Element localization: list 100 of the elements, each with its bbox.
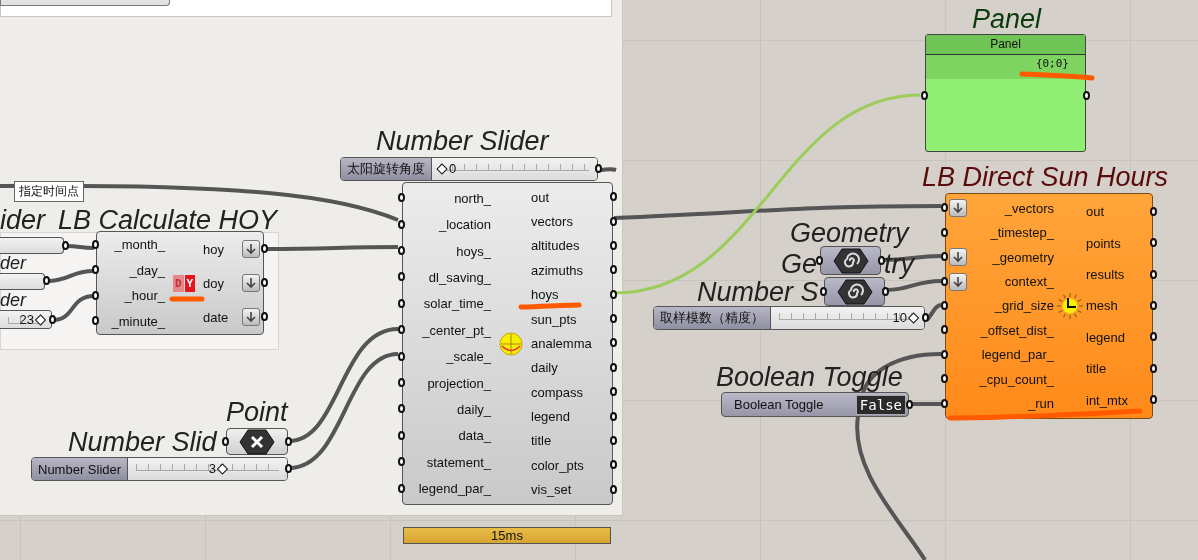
input-port[interactable] bbox=[398, 430, 405, 440]
output-port[interactable] bbox=[610, 411, 617, 421]
output-port[interactable] bbox=[1083, 91, 1090, 100]
input-port[interactable] bbox=[398, 272, 405, 282]
output-port[interactable] bbox=[610, 240, 617, 250]
component-title: Geometry bbox=[790, 220, 909, 247]
output-port[interactable] bbox=[878, 255, 885, 265]
input-port[interactable] bbox=[941, 349, 948, 359]
toggle-value[interactable]: False bbox=[855, 394, 906, 415]
input-port[interactable] bbox=[398, 298, 405, 308]
component-title: Point bbox=[226, 399, 288, 426]
output-port[interactable] bbox=[610, 265, 617, 275]
output-port[interactable] bbox=[49, 314, 56, 324]
cut-node[interactable] bbox=[0, 273, 45, 290]
input-port[interactable] bbox=[398, 325, 405, 335]
input-port[interactable] bbox=[398, 483, 405, 493]
output-label: out bbox=[531, 189, 550, 205]
output-label: mesh bbox=[1086, 298, 1118, 314]
input-label: dl_saving_ bbox=[428, 269, 491, 285]
input-port[interactable] bbox=[398, 404, 405, 414]
output-label: compass bbox=[531, 384, 584, 400]
input-label: daily_ bbox=[457, 401, 491, 417]
slider-label: Number Slider bbox=[32, 458, 129, 480]
output-label: doy bbox=[203, 275, 224, 291]
slider-value: 23 bbox=[19, 312, 34, 327]
cut-node[interactable] bbox=[0, 0, 170, 6]
input-port[interactable] bbox=[398, 457, 405, 467]
input-port[interactable] bbox=[816, 255, 823, 265]
output-port[interactable] bbox=[922, 313, 929, 322]
output-port[interactable] bbox=[595, 164, 602, 173]
input-port[interactable] bbox=[820, 286, 827, 296]
point-icon bbox=[239, 428, 275, 455]
input-label: legend_par_ bbox=[418, 481, 491, 497]
output-port[interactable] bbox=[610, 387, 617, 397]
output-port[interactable] bbox=[1150, 363, 1157, 373]
input-port[interactable] bbox=[92, 316, 99, 326]
output-port[interactable] bbox=[610, 362, 617, 372]
output-port[interactable] bbox=[610, 435, 617, 445]
output-label: azimuths bbox=[531, 262, 584, 278]
output-port[interactable] bbox=[261, 312, 268, 321]
input-port[interactable] bbox=[941, 300, 948, 310]
input-port[interactable] bbox=[921, 91, 928, 100]
output-port[interactable] bbox=[1150, 332, 1157, 342]
output-port[interactable] bbox=[610, 484, 617, 494]
output-port[interactable] bbox=[285, 436, 292, 446]
input-port[interactable] bbox=[941, 325, 948, 335]
panel-header: Panel bbox=[926, 35, 1085, 55]
input-label: legend_par_ bbox=[981, 347, 1054, 363]
cut-node[interactable] bbox=[0, 237, 64, 254]
output-label: analemma bbox=[531, 335, 592, 351]
output-port[interactable] bbox=[906, 399, 913, 409]
input-port[interactable] bbox=[92, 290, 99, 300]
input-port[interactable] bbox=[398, 193, 405, 203]
output-port[interactable] bbox=[261, 278, 268, 287]
output-port[interactable] bbox=[1150, 269, 1157, 279]
output-port[interactable] bbox=[610, 216, 617, 226]
slider-thumb[interactable] bbox=[35, 313, 47, 326]
input-label: _center_pt_ bbox=[422, 322, 491, 338]
input-port[interactable] bbox=[398, 219, 405, 229]
output-port[interactable] bbox=[285, 464, 292, 473]
input-port[interactable] bbox=[398, 351, 405, 361]
input-port[interactable] bbox=[222, 436, 229, 446]
highlight-stroke bbox=[518, 302, 582, 310]
output-label: int_mtx bbox=[1086, 392, 1128, 408]
slider-track[interactable]: 10 bbox=[771, 307, 924, 329]
input-label: _scale_ bbox=[446, 349, 491, 365]
input-port[interactable] bbox=[398, 378, 405, 388]
output-port[interactable] bbox=[261, 244, 268, 253]
output-port[interactable] bbox=[62, 241, 69, 250]
output-port[interactable] bbox=[1150, 206, 1157, 216]
input-port[interactable] bbox=[92, 265, 99, 275]
output-port[interactable] bbox=[1150, 238, 1157, 248]
input-port[interactable] bbox=[92, 239, 99, 249]
output-port[interactable] bbox=[610, 314, 617, 324]
input-label: _vectors bbox=[1004, 200, 1054, 216]
output-port[interactable] bbox=[882, 286, 889, 296]
input-label: _run bbox=[1027, 396, 1054, 412]
toggle-label: Boolean Toggle bbox=[734, 397, 824, 412]
output-port[interactable] bbox=[1150, 300, 1157, 310]
input-port[interactable] bbox=[941, 227, 948, 237]
output-port[interactable] bbox=[43, 276, 50, 285]
input-port[interactable] bbox=[941, 374, 948, 384]
input-label: solar_time_ bbox=[423, 296, 491, 312]
slider-track[interactable]: 3 bbox=[128, 458, 287, 480]
output-port[interactable] bbox=[610, 460, 617, 470]
component-title: der bbox=[0, 291, 26, 309]
tooltip: 指定时间点 bbox=[14, 181, 84, 202]
input-port[interactable] bbox=[398, 246, 405, 255]
output-label: title bbox=[531, 433, 552, 449]
output-port[interactable] bbox=[610, 289, 617, 299]
output-port[interactable] bbox=[610, 338, 617, 348]
timer-bar: 15ms bbox=[403, 527, 611, 544]
slider-track[interactable]: 0 bbox=[432, 158, 597, 180]
output-port[interactable] bbox=[610, 192, 617, 202]
output-label: points bbox=[1086, 235, 1121, 251]
component-title: Ge bbox=[781, 251, 818, 278]
output-label: hoy bbox=[203, 241, 224, 257]
output-label: altitudes bbox=[531, 238, 580, 254]
input-port[interactable] bbox=[941, 398, 948, 408]
output-port[interactable] bbox=[1150, 395, 1157, 405]
